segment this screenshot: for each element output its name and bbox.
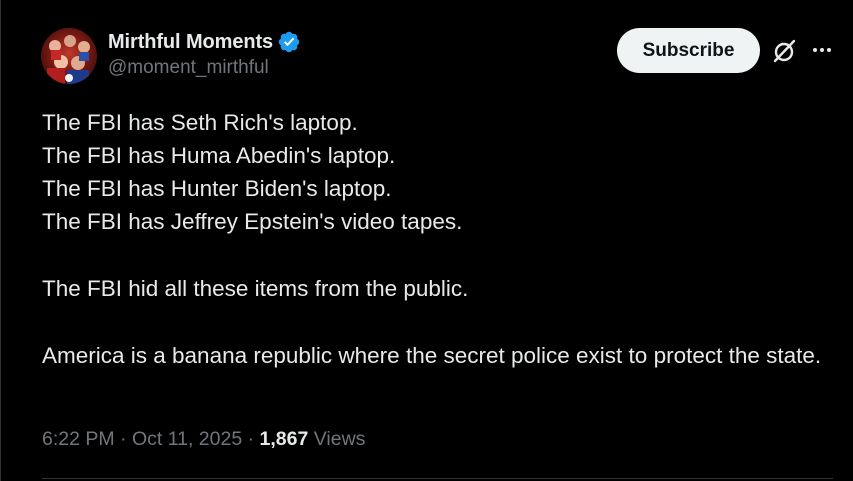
tweet-header: Mirthful Moments @moment_mirthful Subscr…: [41, 28, 835, 84]
avatar[interactable]: [41, 28, 97, 84]
tweet-meta: 6:22 PM · Oct 11, 2025 · 1,867 Views: [42, 428, 365, 451]
tweet-date[interactable]: Oct 11, 2025: [132, 428, 242, 450]
meta-separator: ·: [114, 428, 132, 450]
tweet-text: The FBI has Seth Rich's laptop. The FBI …: [42, 106, 842, 372]
tweet-line: America is a banana republic where the s…: [42, 343, 822, 368]
tweet-line: The FBI has Jeffrey Epstein's video tape…: [42, 209, 463, 234]
tweet-detail: Mirthful Moments @moment_mirthful Subscr…: [0, 0, 853, 481]
tweet-line: The FBI has Huma Abedin's laptop.: [42, 143, 396, 168]
more-options-icon[interactable]: [807, 36, 837, 66]
tweet-time[interactable]: 6:22 PM: [42, 428, 115, 450]
author-display-name[interactable]: Mirthful Moments: [108, 31, 273, 54]
meta-separator: ·: [242, 428, 260, 450]
author-handle[interactable]: @moment_mirthful: [108, 57, 301, 79]
subscribe-button[interactable]: Subscribe: [617, 28, 760, 73]
name-row: Mirthful Moments: [108, 30, 301, 54]
tweet-line: The FBI has Hunter Biden's laptop.: [42, 176, 392, 201]
author-block: Mirthful Moments @moment_mirthful: [108, 30, 301, 79]
verified-badge-icon[interactable]: [277, 30, 301, 54]
views-label: Views: [308, 428, 366, 450]
divider: [42, 478, 833, 479]
grok-icon[interactable]: [770, 36, 800, 66]
views-count[interactable]: 1,867: [260, 428, 309, 450]
tweet-line: The FBI has Seth Rich's laptop.: [42, 110, 358, 135]
tweet-line: The FBI hid all these items from the pub…: [42, 276, 469, 301]
